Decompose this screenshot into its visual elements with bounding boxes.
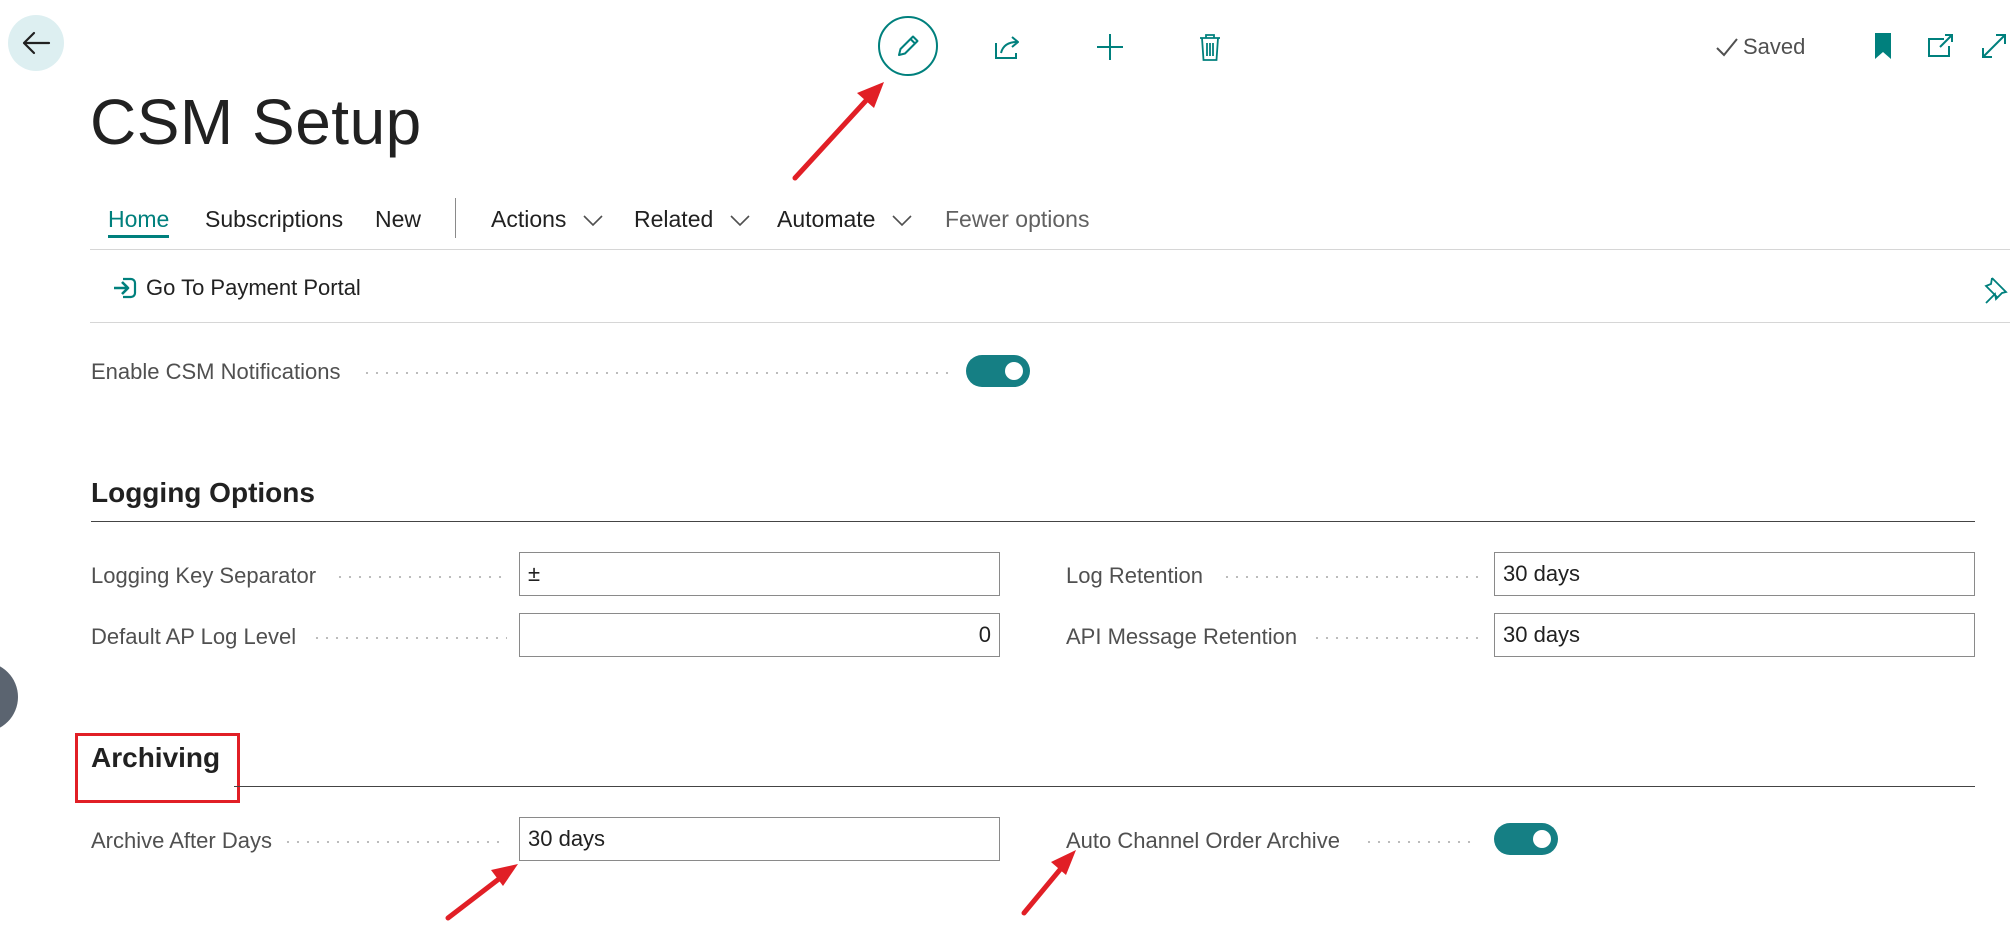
annotation-arrows [445,82,1076,921]
annotation-arrowhead [1051,850,1076,875]
annotation-arrow-edit [792,90,876,181]
